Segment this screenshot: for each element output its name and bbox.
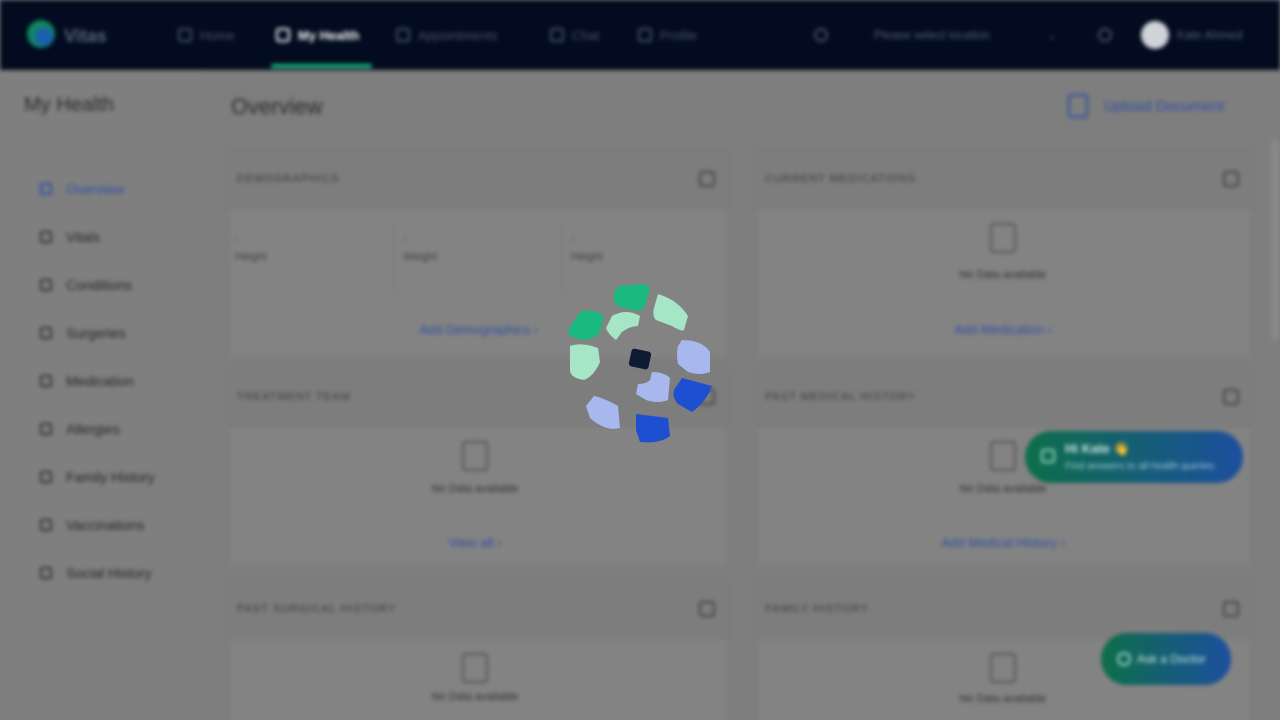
loading-overlay	[0, 0, 1280, 720]
loading-spinner-icon	[567, 284, 712, 443]
